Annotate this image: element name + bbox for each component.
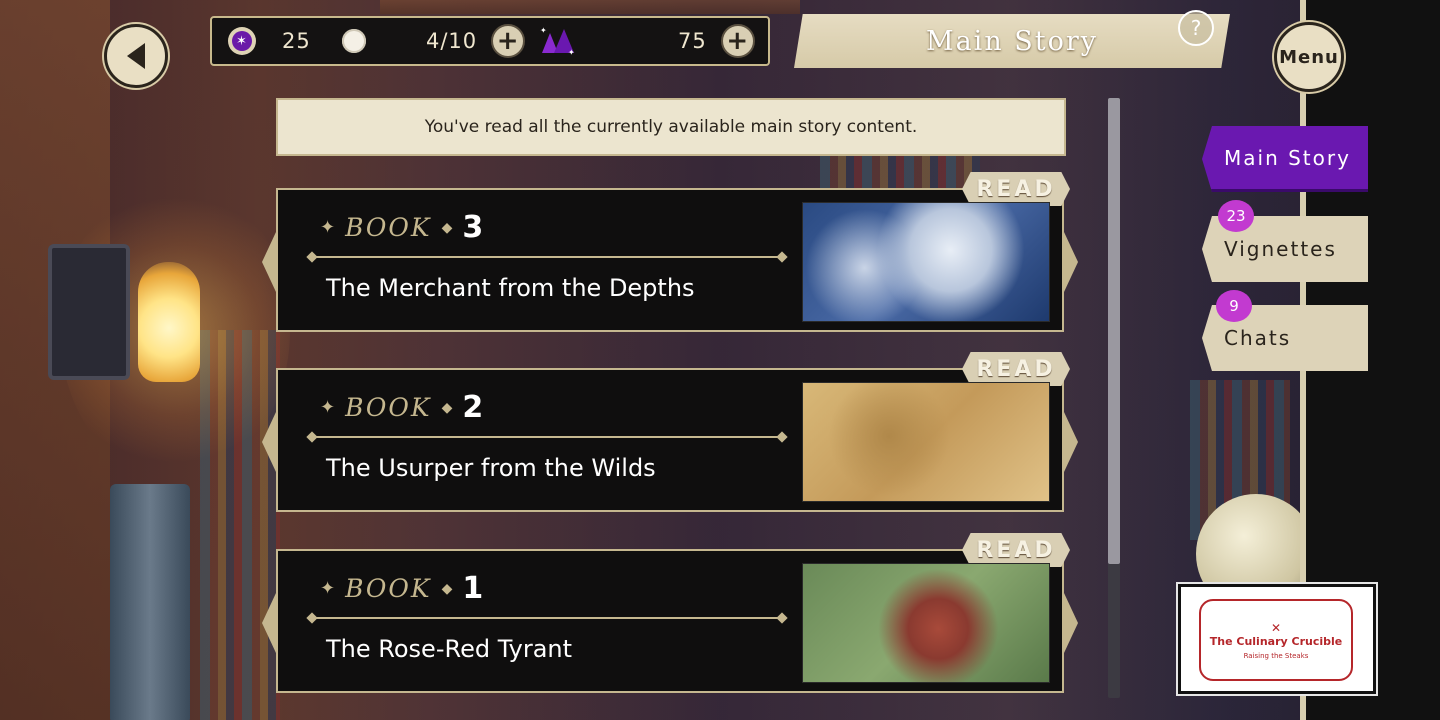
event-title: The Culinary Crucible xyxy=(1209,634,1343,648)
read-status-badge: READ xyxy=(962,533,1070,567)
svg-text:✦: ✦ xyxy=(568,48,576,57)
cookie-icon xyxy=(342,29,366,53)
back-button[interactable] xyxy=(104,24,168,88)
book-label: BOOK xyxy=(345,574,432,603)
gem-icon: ✶ xyxy=(228,27,256,55)
book-heading: ✦ BOOK ◆ 2 xyxy=(320,390,483,425)
story-complete-notice: You've read all the currently available … xyxy=(276,98,1066,156)
divider xyxy=(312,617,782,619)
event-logo: ✕ The Culinary Crucible Raising the Stea… xyxy=(1199,599,1353,681)
sparkle-icon: ✦ xyxy=(320,578,336,599)
page-title: Main Story xyxy=(794,14,1230,68)
book-1-thumbnail xyxy=(802,563,1050,683)
book-number: 3 xyxy=(462,210,484,245)
sparkle-icon: ✦ xyxy=(320,397,336,418)
utensils-icon: ✕ xyxy=(1270,620,1282,635)
crystal-icon: ✦ ✦ xyxy=(538,25,578,57)
add-crystals-button[interactable]: + xyxy=(720,24,755,58)
read-status-badge: READ xyxy=(962,172,1070,206)
event-subtitle: Raising the Steaks xyxy=(1243,651,1309,660)
book-2-thumbnail xyxy=(802,382,1050,502)
read-status-badge: READ xyxy=(962,352,1070,386)
crystal-count: 75 xyxy=(678,29,707,53)
book-card-3[interactable]: READ ✦ BOOK ◆ 3 The Merchant from the De… xyxy=(262,172,1078,332)
tab-label: Chats xyxy=(1224,326,1292,350)
cookie-counter xyxy=(342,29,366,53)
divider xyxy=(312,256,782,258)
book-number: 1 xyxy=(462,571,484,606)
menu-button[interactable]: Menu xyxy=(1274,22,1344,92)
tab-label: Main Story xyxy=(1224,145,1351,170)
scroll-thumb[interactable] xyxy=(1108,98,1120,564)
add-cookies-button[interactable]: + xyxy=(491,24,526,58)
dot-icon: ◆ xyxy=(441,219,453,236)
book-3-thumbnail xyxy=(802,202,1050,322)
tab-label: Vignettes xyxy=(1224,237,1337,261)
lamp xyxy=(138,262,200,382)
svg-text:✦: ✦ xyxy=(540,26,548,35)
chats-count-badge: 9 xyxy=(1216,290,1252,322)
candle xyxy=(110,484,190,720)
dot-icon: ◆ xyxy=(441,399,453,416)
gem-counter: ✶ 25 xyxy=(228,27,311,55)
cookie-count: 4/10 xyxy=(426,29,478,53)
sparkle-icon: ✦ xyxy=(320,217,336,238)
cookie-count-group: 4/10 + xyxy=(426,24,526,58)
book-title: The Usurper from the Wilds xyxy=(326,454,656,482)
book-card-2[interactable]: READ ✦ BOOK ◆ 2 The Usurper from the Wil… xyxy=(262,352,1078,512)
book-label: BOOK xyxy=(345,393,432,422)
book-title: The Rose-Red Tyrant xyxy=(326,635,573,663)
scrollbar[interactable] xyxy=(1108,98,1120,698)
book-card-1[interactable]: READ ✦ BOOK ◆ 1 The Rose-Red Tyrant xyxy=(262,533,1078,693)
arrow-left-icon xyxy=(127,43,145,69)
tab-main-story[interactable]: Main Story xyxy=(1202,126,1368,192)
book-heading: ✦ BOOK ◆ 3 xyxy=(320,210,483,245)
gem-count: 25 xyxy=(282,29,311,53)
resource-bar: ✶ 25 4/10 + ✦ ✦ 75 + xyxy=(210,16,770,66)
book-title: The Merchant from the Depths xyxy=(326,274,695,302)
event-banner[interactable]: ✕ The Culinary Crucible Raising the Stea… xyxy=(1178,584,1376,694)
book-number: 2 xyxy=(462,390,484,425)
vignettes-count-badge: 23 xyxy=(1218,200,1254,232)
divider xyxy=(312,436,782,438)
book-heading: ✦ BOOK ◆ 1 xyxy=(320,571,483,606)
wall-frame xyxy=(48,244,130,380)
help-button[interactable]: ? xyxy=(1178,10,1214,46)
book-label: BOOK xyxy=(345,213,432,242)
crystal-count-group: 75 + xyxy=(678,24,755,58)
dot-icon: ◆ xyxy=(441,580,453,597)
